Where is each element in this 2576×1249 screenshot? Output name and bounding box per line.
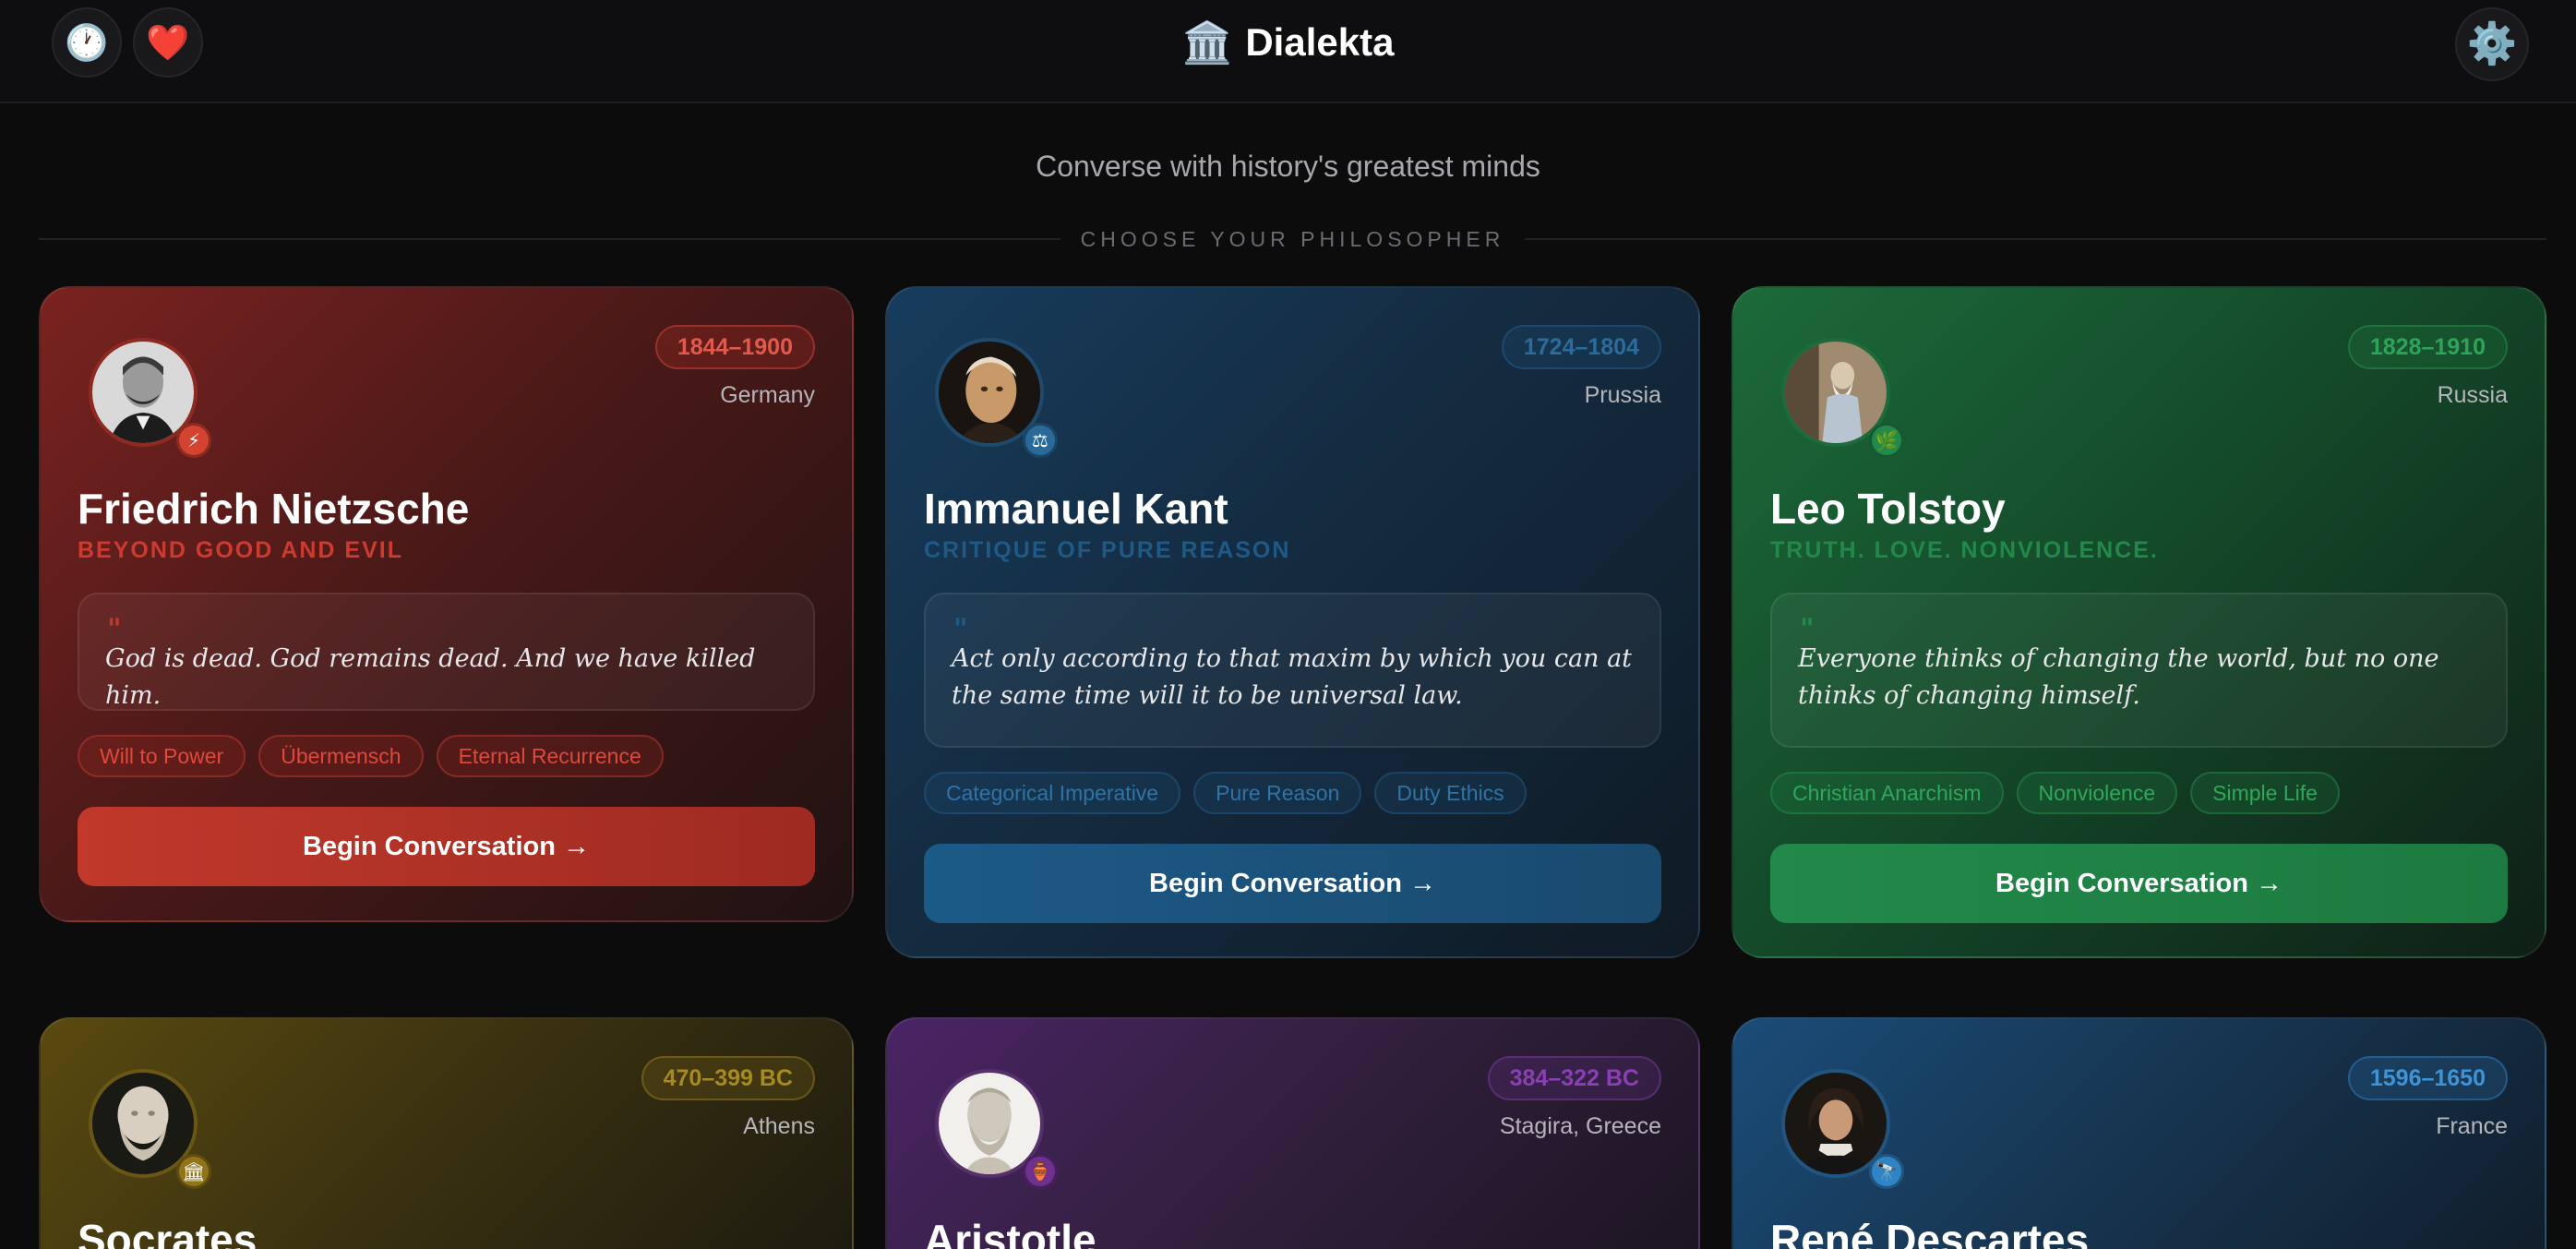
topic-tag[interactable]: Christian Anarchism	[1770, 772, 2004, 814]
date-badge: 1844–1900	[654, 325, 815, 369]
quote-box: " God is dead. God remains dead. And we …	[78, 593, 815, 711]
philosopher-name: Socrates	[78, 1216, 258, 1249]
section-divider: CHOOSE YOUR PHILOSOPHER	[39, 225, 2546, 253]
origin: Prussia	[1584, 382, 1661, 408]
date-badge: 384–322 BC	[1487, 1056, 1661, 1100]
app-page: 🕐 ❤️ 🏛️ Dialekta ⚙️ Converse with histor…	[0, 0, 2576, 1249]
settings-gear-icon[interactable]: ⚙️	[2455, 7, 2529, 81]
philosopher-name: René Descartes	[1770, 1216, 2090, 1249]
divider-line-left	[39, 238, 1060, 240]
section-label: CHOOSE YOUR PHILOSOPHER	[1080, 226, 1505, 251]
quote-mark-icon: "	[953, 613, 968, 645]
philosopher-work: CRITIQUE OF PURE REASON	[924, 537, 1291, 563]
telescope-icon: 🔭	[1869, 1154, 1904, 1189]
lightning-icon: ⚡	[176, 423, 211, 458]
scales-icon: ⚖	[1023, 423, 1058, 458]
quote-text: God is dead. God remains dead. And we ha…	[105, 644, 756, 710]
philosopher-card-kant[interactable]: ⚖ 1724–1804 Prussia Immanuel Kant CRITIQ…	[885, 286, 1700, 958]
begin-conversation-button[interactable]: Begin Conversation →	[924, 844, 1661, 923]
philosopher-work: TRUTH. LOVE. NONVIOLENCE.	[1770, 537, 2159, 563]
date-badge: 1724–1804	[1501, 325, 1661, 369]
topic-tag[interactable]: Categorical Imperative	[924, 772, 1181, 814]
quote-text: Everyone thinks of changing the world, b…	[1798, 644, 2439, 710]
quote-mark-icon: "	[1800, 613, 1815, 645]
topic-tag[interactable]: Übermensch	[258, 735, 424, 777]
brand-name: Dialekta	[1245, 20, 1395, 64]
topic-tag[interactable]: Pure Reason	[1193, 772, 1362, 814]
philosopher-card-tolstoy[interactable]: 🌿 1828–1910 Russia Leo Tolstoy TRUTH. LO…	[1731, 286, 2546, 958]
topic-tag[interactable]: Simple Life	[2190, 772, 2340, 814]
topic-tag[interactable]: Eternal Recurrence	[436, 735, 664, 777]
topic-tag[interactable]: Duty Ethics	[1374, 772, 1527, 814]
portrait-image	[92, 1073, 194, 1174]
topic-tag[interactable]: Will to Power	[78, 735, 246, 777]
portrait-image	[1785, 1073, 1887, 1174]
philosopher-card-aristotle[interactable]: 🏺 384–322 BC Stagira, Greece Aristotle	[885, 1017, 1700, 1249]
amphora-icon: 🏺	[1023, 1154, 1058, 1189]
philosopher-card-socrates[interactable]: 🏛 470–399 BC Athens Socrates	[39, 1017, 854, 1249]
philosopher-work: BEYOND GOOD AND EVIL	[78, 537, 403, 563]
origin: Russia	[2437, 382, 2508, 408]
philosopher-card-nietzsche[interactable]: ⚡ 1844–1900 Germany Friedrich Nietzsche …	[39, 286, 854, 922]
portrait-image	[939, 1073, 1040, 1174]
quote-box: " Act only according to that maxim by wh…	[924, 593, 1661, 748]
origin: Athens	[743, 1113, 815, 1139]
philosopher-name: Friedrich Nietzsche	[78, 485, 470, 533]
origin: Germany	[720, 382, 815, 408]
topic-tags: Categorical Imperative Pure Reason Duty …	[924, 772, 1527, 814]
philosopher-name: Immanuel Kant	[924, 485, 1228, 533]
portrait-image	[92, 342, 194, 443]
date-badge: 1828–1910	[2347, 325, 2508, 369]
date-badge: 1596–1650	[2347, 1056, 2508, 1100]
begin-conversation-button[interactable]: Begin Conversation →	[1770, 844, 2508, 923]
date-badge: 470–399 BC	[641, 1056, 815, 1100]
origin: Stagira, Greece	[1499, 1113, 1661, 1139]
begin-conversation-button[interactable]: Begin Conversation →	[78, 807, 815, 886]
leaf-icon: 🌿	[1869, 423, 1904, 458]
philosopher-name: Aristotle	[924, 1216, 1096, 1249]
origin: France	[2436, 1113, 2508, 1139]
quote-mark-icon: "	[107, 613, 122, 645]
topic-tags: Will to Power Übermensch Eternal Recurre…	[78, 735, 664, 777]
topic-tags: Christian Anarchism Nonviolence Simple L…	[1770, 772, 2340, 814]
temple-icon: 🏛️	[1181, 19, 1233, 66]
philosopher-name: Leo Tolstoy	[1770, 485, 2006, 533]
top-bar: 🕐 ❤️ 🏛️ Dialekta ⚙️	[0, 0, 2576, 103]
topic-tag[interactable]: Nonviolence	[2016, 772, 2178, 814]
portrait-image	[939, 342, 1040, 443]
brand-logo[interactable]: 🏛️ Dialekta	[0, 17, 2576, 68]
tagline: Converse with history's greatest minds	[1036, 150, 1540, 183]
quote-box: " Everyone thinks of changing the world,…	[1770, 593, 2508, 748]
divider-line-right	[1525, 238, 2546, 240]
temple-icon: 🏛	[176, 1154, 211, 1189]
philosopher-card-descartes[interactable]: 🔭 1596–1650 France René Descartes	[1731, 1017, 2546, 1249]
quote-text: Act only according to that maxim by whic…	[952, 644, 1633, 710]
portrait-image	[1785, 342, 1887, 443]
